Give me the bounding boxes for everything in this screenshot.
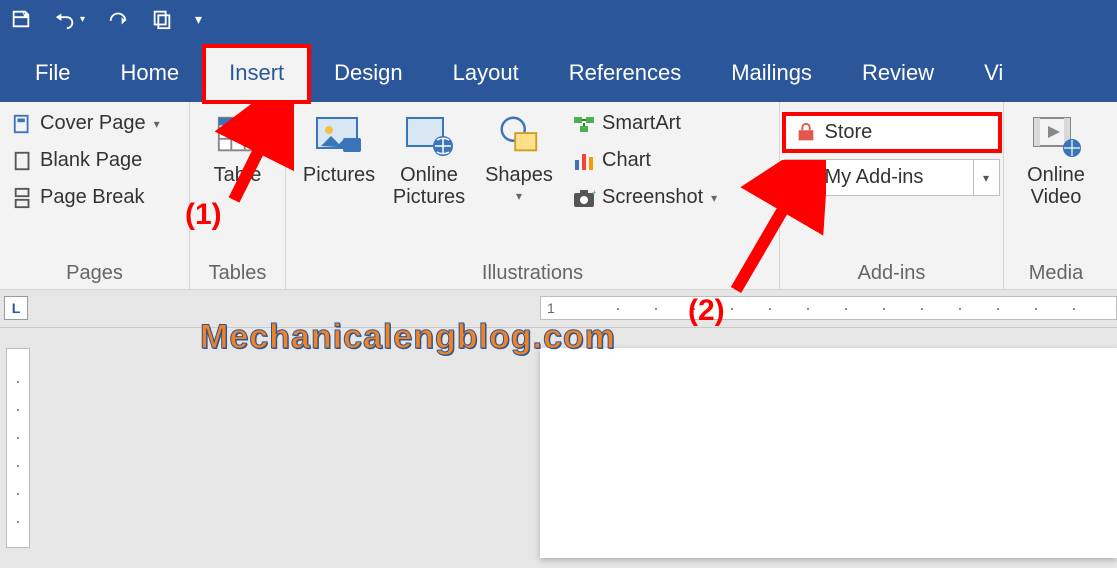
group-illustrations: Pictures Online Pictures Shapes ▾ <box>286 102 780 289</box>
my-addins-label: My Add-ins <box>825 166 924 189</box>
blank-page-label: Blank Page <box>40 149 142 172</box>
group-pages-label: Pages <box>8 260 181 285</box>
watermark-text: Mechanicalengblog.com <box>200 318 616 357</box>
tab-layout[interactable]: Layout <box>428 46 544 102</box>
chevron-down-icon: ▾ <box>516 189 522 203</box>
redo-icon[interactable] <box>107 8 129 30</box>
group-tables-label: Tables <box>198 260 277 285</box>
quick-access-toolbar: ▾ ▾ <box>0 0 1117 38</box>
cover-page-button[interactable]: Cover Page ▾ <box>8 108 164 139</box>
online-video-icon <box>1030 112 1082 158</box>
tab-references[interactable]: References <box>544 46 707 102</box>
tab-file[interactable]: File <box>10 46 95 102</box>
chevron-down-icon: ▾ <box>154 117 160 131</box>
group-illustrations-label: Illustrations <box>294 260 771 285</box>
vertical-ruler[interactable] <box>6 348 30 548</box>
save-icon[interactable] <box>10 8 32 30</box>
group-media: Online Video Media <box>1004 102 1108 289</box>
document-page[interactable] <box>540 348 1117 558</box>
smartart-icon <box>572 113 596 135</box>
horizontal-ruler[interactable] <box>540 296 1117 320</box>
screenshot-label: Screenshot <box>602 186 703 209</box>
online-video-label: Online Video <box>1027 164 1085 208</box>
tab-view[interactable]: Vi <box>959 46 1007 102</box>
svg-text:+: + <box>592 188 596 197</box>
pictures-icon <box>313 112 365 158</box>
my-addins-dropdown[interactable]: ▾ <box>974 159 1000 196</box>
copy-icon[interactable] <box>151 8 173 30</box>
store-button[interactable]: Store <box>784 114 1000 151</box>
chart-icon <box>572 150 596 172</box>
page-break-icon <box>12 187 34 209</box>
tab-mailings[interactable]: Mailings <box>706 46 837 102</box>
store-icon <box>795 122 817 144</box>
chart-label: Chart <box>602 149 651 172</box>
store-label: Store <box>825 121 873 144</box>
ribbon: Cover Page ▾ Blank Page Page Break Page <box>0 102 1117 290</box>
arrow-1 <box>214 100 294 210</box>
shapes-icon <box>496 112 542 158</box>
online-pictures-icon <box>403 112 455 158</box>
page-break-label: Page Break <box>40 186 145 209</box>
customize-qat-icon[interactable]: ▾ <box>195 11 202 28</box>
screenshot-button[interactable]: + Screenshot ▾ <box>568 182 721 213</box>
arrow-2 <box>716 160 826 300</box>
shapes-label: Shapes <box>485 164 553 187</box>
cover-page-label: Cover Page <box>40 112 146 135</box>
cover-page-icon <box>12 113 34 135</box>
undo-icon[interactable]: ▾ <box>54 8 85 30</box>
ribbon-tabs: File Home Insert Design Layout Reference… <box>0 38 1117 102</box>
screenshot-icon: + <box>572 187 596 209</box>
smartart-label: SmartArt <box>602 112 681 135</box>
group-pages: Cover Page ▾ Blank Page Page Break Page <box>0 102 190 289</box>
tab-selector[interactable]: L <box>4 296 28 320</box>
smartart-button[interactable]: SmartArt <box>568 108 721 139</box>
pictures-button[interactable]: Pictures <box>294 108 384 211</box>
blank-page-button[interactable]: Blank Page <box>8 145 164 176</box>
ruler-v-ticks <box>17 355 19 541</box>
tab-insert[interactable]: Insert <box>204 46 309 102</box>
document-area <box>0 328 1117 568</box>
online-pictures-label: Online Pictures <box>393 164 465 208</box>
online-pictures-button[interactable]: Online Pictures <box>384 108 474 212</box>
shapes-button[interactable]: Shapes ▾ <box>474 108 564 207</box>
blank-page-icon <box>12 150 34 172</box>
chart-button[interactable]: Chart <box>568 145 721 176</box>
group-media-label: Media <box>1012 260 1100 285</box>
tab-design[interactable]: Design <box>309 46 427 102</box>
online-video-button[interactable]: Online Video <box>1011 108 1101 212</box>
tab-review[interactable]: Review <box>837 46 959 102</box>
pictures-label: Pictures <box>303 164 375 187</box>
tab-home[interactable]: Home <box>95 46 204 102</box>
page-break-button[interactable]: Page Break <box>8 182 164 213</box>
ruler-ticks <box>581 308 1110 310</box>
